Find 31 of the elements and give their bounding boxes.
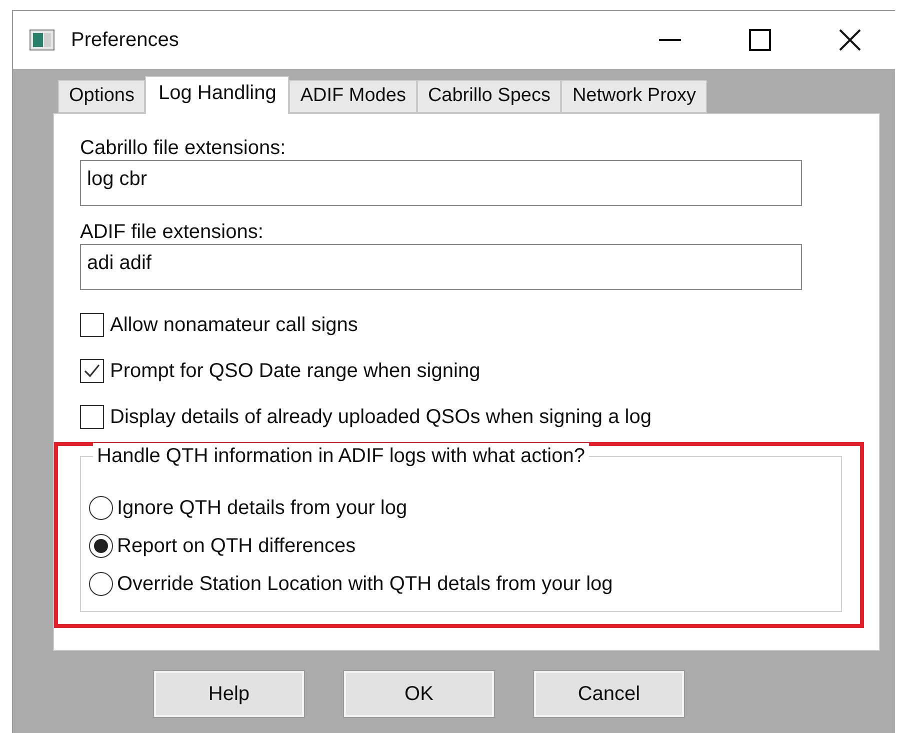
tab[interactable]: Network Proxy	[561, 80, 707, 113]
radio-label: Ignore QTH details from your log	[117, 496, 408, 521]
dialog-button[interactable]: Help	[154, 671, 304, 717]
checkmark-icon	[83, 362, 101, 380]
checkbox[interactable]	[80, 359, 104, 383]
input-field[interactable]: adi adif	[80, 244, 802, 290]
maximize-icon	[749, 29, 771, 51]
checkbox-label: Allow nonamateur call signs	[110, 313, 358, 338]
tab[interactable]: ADIF Modes	[289, 80, 417, 113]
tab[interactable]: Cabrillo Specs	[416, 80, 562, 113]
radio-button[interactable]	[89, 496, 113, 520]
input-field[interactable]: log cbr	[80, 160, 802, 206]
close-icon	[839, 29, 861, 51]
window-title: Preferences	[71, 28, 179, 53]
field-label: Cabrillo file extensions:	[80, 136, 287, 160]
minimize-icon	[659, 39, 681, 41]
radio-button[interactable]	[89, 572, 113, 596]
checkbox-label: Display details of already uploaded QSOs when signing a log	[110, 405, 652, 430]
radio-label: Override Station Location with QTH detals from your log	[117, 572, 613, 597]
checkbox[interactable]	[80, 313, 104, 337]
group-title: Handle QTH information in ADIF logs with what action?	[93, 443, 589, 469]
checkbox-label: Prompt for QSO Date range when signing	[110, 359, 480, 384]
app-icon	[29, 29, 55, 51]
dialog-button[interactable]: Cancel	[534, 671, 684, 717]
tab[interactable]: Options	[58, 80, 146, 113]
radio-button[interactable]	[89, 534, 113, 558]
dialog-button[interactable]: OK	[344, 671, 494, 717]
field-label: ADIF file extensions:	[80, 220, 264, 244]
radio-label: Report on QTH differences	[117, 534, 356, 559]
tab[interactable]: Log Handling	[145, 76, 290, 114]
checkbox[interactable]	[80, 405, 104, 429]
